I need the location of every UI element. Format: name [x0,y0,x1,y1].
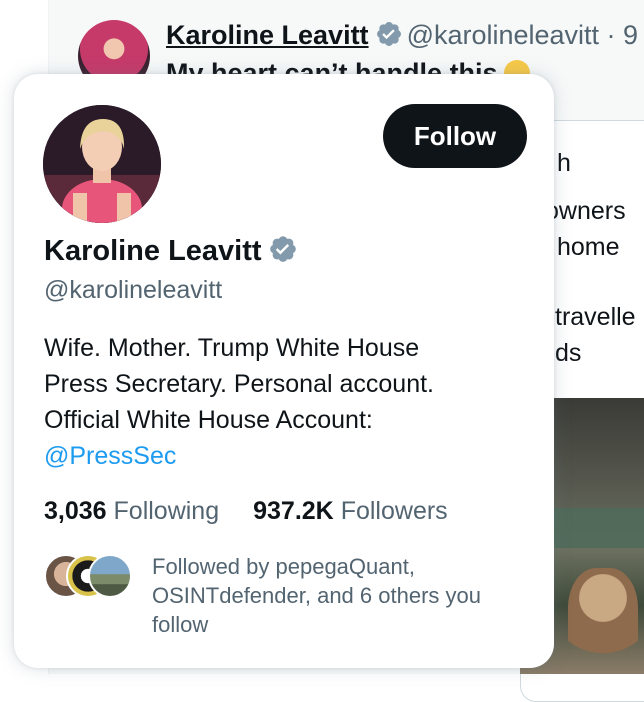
background-author-name[interactable]: Karoline Leavitt [166,20,369,50]
following-label: Following [113,497,220,525]
follower-avatar [88,554,132,598]
bio-mention-link[interactable]: @PressSec [44,438,524,474]
verified-badge-icon [375,20,403,55]
following-count: 3,036 [44,497,107,525]
follow-button[interactable]: Follow [383,104,527,168]
quote-text-line: ds [555,339,582,367]
followers-stat[interactable]: 937.2K Followers [253,497,448,526]
profile-handle[interactable]: @karolineleavitt [44,276,222,305]
media-animal [568,568,638,668]
bio-line: Wife. Mother. Trump White House [44,334,420,362]
background-author-handle[interactable]: @karolineleavitt · 9 [407,20,639,50]
bio-line: Official White House Account: [44,406,373,434]
profile-avatar[interactable] [43,105,161,223]
profile-hover-card: Follow Karoline Leavitt @karolineleavitt… [14,74,554,668]
followed-by-text: Followed by pepegaQuant, OSINTdefender, … [152,554,481,637]
quote-text-line: h [557,149,571,177]
quote-text-line: home [557,233,620,261]
followers-count: 937.2K [253,497,334,525]
profile-stats: 3,036 Following 937.2K Followers [44,497,448,526]
display-name[interactable]: Karoline Leavitt [44,235,262,268]
profile-bio: Wife. Mother. Trump White House Press Se… [44,330,524,474]
followed-by-avatars [44,554,134,598]
background-tweet-header: Karoline Leavitt @karolineleavitt · 9 [166,20,638,55]
profile-avatar-image [43,105,161,223]
verified-badge-icon[interactable] [268,234,298,269]
quote-text-line: owners [545,197,626,225]
followers-label: Followers [340,497,448,525]
bio-line: Press Secretary. Personal account. [44,370,434,398]
quote-text-line: travelle [555,303,636,331]
following-stat[interactable]: 3,036 Following [44,497,219,526]
name-row: Karoline Leavitt [44,234,298,269]
